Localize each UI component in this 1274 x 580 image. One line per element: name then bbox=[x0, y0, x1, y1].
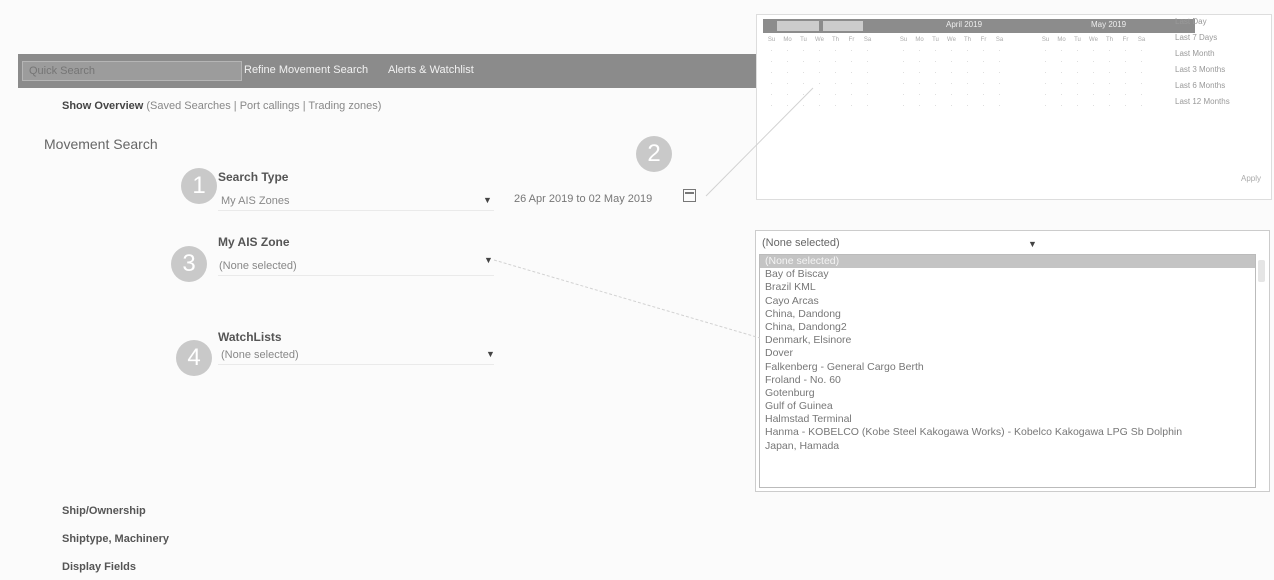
date-to-calendar-arrow bbox=[705, 87, 814, 197]
zone-to-list-arrow bbox=[493, 259, 761, 339]
connector-arrows bbox=[493, 87, 814, 339]
